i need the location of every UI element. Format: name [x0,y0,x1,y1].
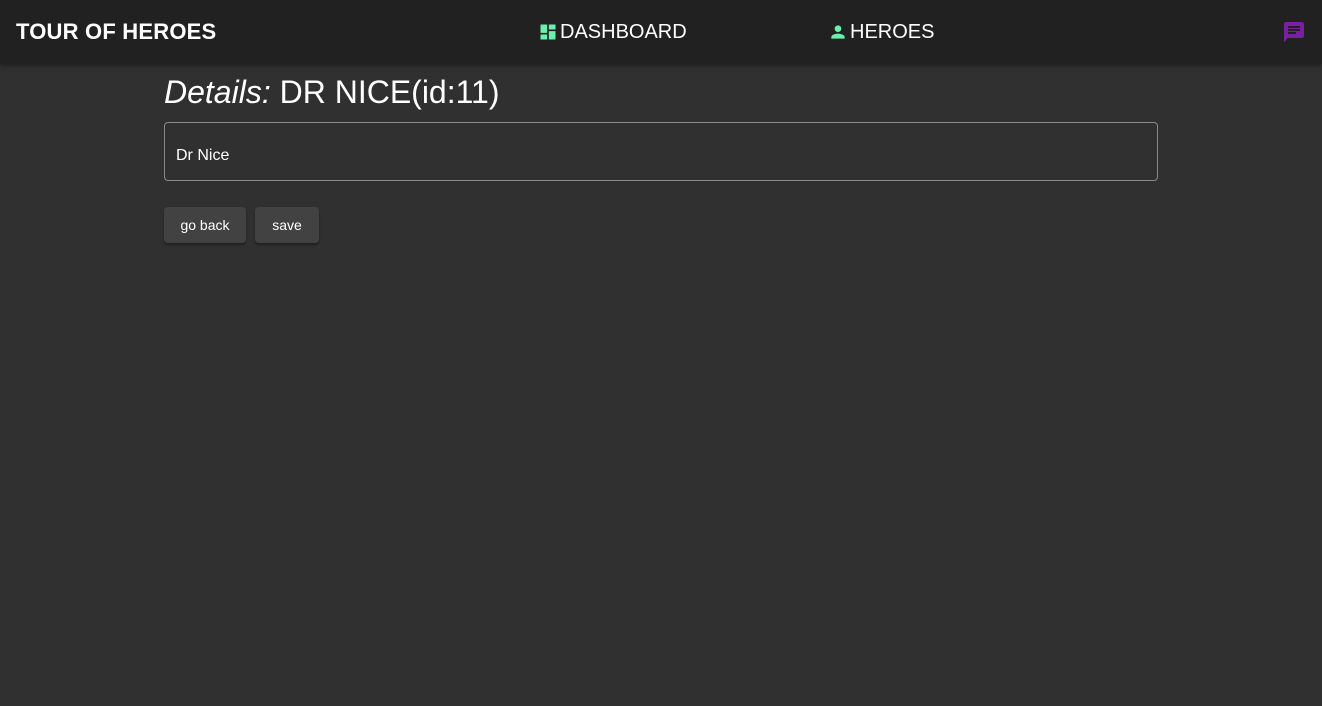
dashboard-icon [538,22,558,42]
nav-label-dashboard: DASHBOARD [560,21,687,43]
hero-name-field [164,122,1158,181]
message-icon [1284,22,1304,42]
hero-name-input[interactable] [176,145,1136,167]
app-toolbar: TOUR OF HEROES DASHBOARD HEROES [0,0,1322,64]
app-title: TOUR OF HEROES [16,19,217,44]
nav-label-heroes: HEROES [850,21,935,43]
nav-link-heroes[interactable]: HEROES [828,20,934,44]
person-icon [828,22,848,42]
messages-button[interactable] [1282,20,1306,44]
go-back-button[interactable]: go back [164,207,246,243]
details-title-name: DR NICE(id:11) [279,74,500,110]
save-button[interactable]: save [255,207,319,243]
nav-link-dashboard[interactable]: DASHBOARD [538,20,687,44]
details-title-prefix: Details: [164,74,271,110]
page-title: Details: DR NICE(id:11) [164,72,499,112]
